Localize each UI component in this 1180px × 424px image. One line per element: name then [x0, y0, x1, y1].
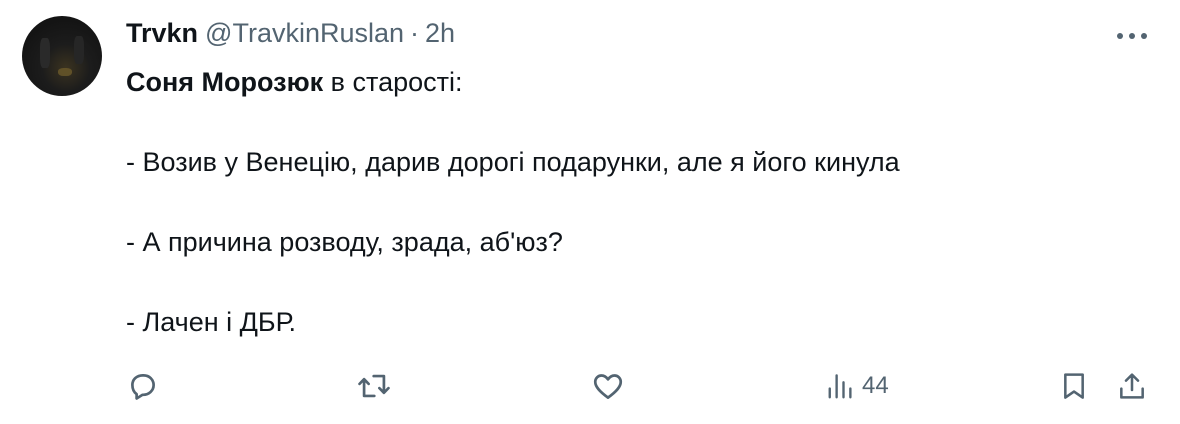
action-bar: 44	[0, 366, 1180, 406]
views-count: 44	[862, 372, 889, 399]
bookmark-icon	[1064, 373, 1084, 399]
author-handle[interactable]: @TravkinRuslan	[205, 18, 404, 49]
author-name[interactable]: Trvkn	[126, 18, 198, 49]
tweet-timestamp[interactable]: 2h	[425, 18, 455, 49]
mention[interactable]: Соня Морозюк	[126, 67, 323, 97]
retweet-button[interactable]	[356, 366, 392, 406]
views-button[interactable]: 44	[826, 366, 889, 406]
bookmark-button[interactable]	[1058, 366, 1090, 406]
more-button[interactable]	[1112, 24, 1152, 48]
more-icon	[1117, 33, 1147, 39]
intro-text: в старості:	[323, 67, 463, 97]
tweet-line: - Лачен і ДБР.	[126, 307, 297, 337]
avatar-shape-left	[40, 38, 50, 68]
tweet-line-intro: Соня Морозюк в старості:	[126, 64, 463, 100]
tweet-header: Trvkn @TravkinRuslan · 2h	[126, 18, 455, 54]
retweet-icon	[358, 374, 390, 398]
share-button[interactable]	[1116, 366, 1148, 406]
tweet[interactable]: Trvkn @TravkinRuslan · 2h Соня Морозюк в…	[0, 0, 1180, 424]
header-separator: ·	[410, 18, 420, 48]
views-icon	[828, 374, 852, 399]
like-button[interactable]	[590, 366, 626, 406]
avatar-shape-right	[74, 36, 84, 64]
reply-icon	[131, 374, 155, 400]
avatar[interactable]	[22, 16, 102, 96]
tweet-line: - А причина розводу, зрада, аб'юз?	[126, 227, 563, 257]
share-icon	[1120, 373, 1144, 399]
reply-button[interactable]	[126, 366, 160, 406]
tweet-line: - Возив у Венецію, дарив дорогі подарунк…	[126, 147, 900, 177]
avatar-shape-center	[58, 68, 72, 76]
like-icon	[593, 374, 623, 399]
